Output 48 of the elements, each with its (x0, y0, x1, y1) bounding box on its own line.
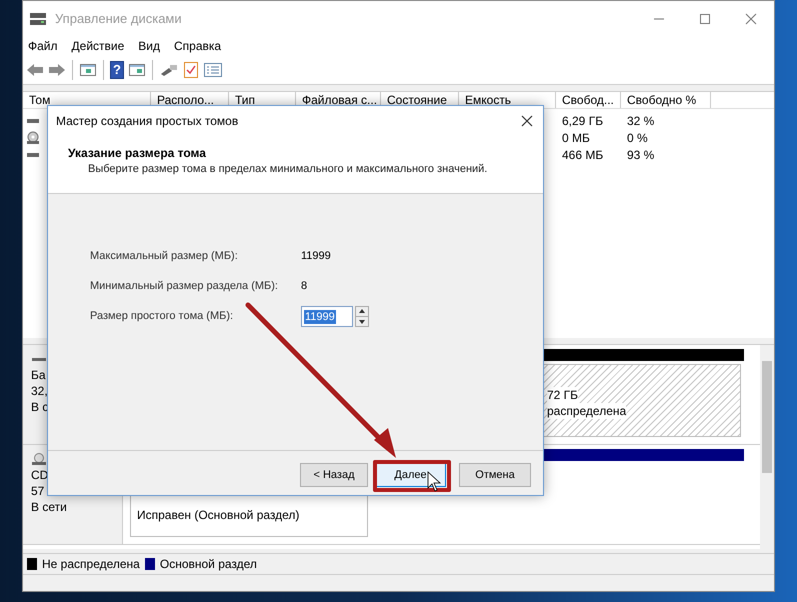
field-label: Минимальный размер раздела (МБ): (90, 279, 279, 294)
legend-label: Основной раздел (160, 556, 257, 573)
cd-drive-icon[interactable] (26, 130, 40, 144)
free-space-cell-text: 466 МБ (561, 146, 604, 164)
column-header[interactable]: Свобод... (556, 92, 621, 108)
partition-text: распределена (547, 403, 626, 419)
disk-management-icon[interactable] (29, 11, 47, 27)
step-description: Выберите размер тома в пределах минимального и максимального значений. (87, 162, 488, 176)
free-space-cell-text: 6,29 ГБ (561, 112, 604, 130)
menu-item[interactable]: Справка (174, 37, 222, 55)
cd-drive-icon[interactable] (31, 453, 47, 467)
dialog-button[interactable]: < Назад (300, 463, 368, 487)
properties-icon[interactable] (203, 62, 223, 78)
free-percent-cell-text: 0 % (626, 130, 648, 146)
cursor-icon (428, 471, 442, 492)
free-space-cell-text: 0 МБ (561, 130, 591, 146)
disk-label: Ба (31, 367, 47, 383)
menu-item[interactable]: Действие (72, 37, 124, 55)
help-icon[interactable]: ? (110, 60, 124, 78)
column-header[interactable]: Свободно % (621, 92, 711, 108)
step-heading: Указание размера тома (68, 145, 207, 162)
menu-item[interactable]: Файл (28, 37, 58, 55)
free-percent-cell-text: 93 % (626, 146, 654, 164)
spin-buttons[interactable] (355, 306, 369, 327)
scrollbar[interactable] (760, 345, 774, 549)
close-button[interactable] (519, 113, 535, 129)
panel-icon[interactable] (128, 62, 146, 78)
legend-label: Не распределена (42, 556, 140, 573)
disk-label: 32, (31, 383, 49, 399)
dialog-title: Мастер создания простых томов (56, 113, 238, 130)
disk-label: CD (31, 467, 50, 483)
forward-arrow-icon[interactable] (48, 62, 66, 78)
size-input[interactable]: 11999 (301, 306, 353, 327)
disk-label: 57 (31, 483, 46, 499)
free-percent-cell-text: 32 % (626, 112, 654, 130)
dialog-button[interactable]: Отмена (459, 463, 531, 487)
field-value: 8 (301, 279, 308, 294)
field-label: Размер простого тома (МБ): (90, 309, 234, 324)
window-title: Управление дисками (55, 10, 182, 28)
partition-text: 72 ГБ (547, 387, 578, 403)
field-label: Максимальный размер (МБ): (90, 249, 239, 264)
back-arrow-icon[interactable] (26, 62, 44, 78)
checklist-icon[interactable] (183, 60, 199, 78)
field-value: 11999 (301, 249, 331, 264)
menu-item[interactable]: Вид (138, 37, 160, 55)
disk-label: В сети (31, 499, 68, 515)
panel-icon[interactable] (79, 62, 97, 78)
partition-text: Исправен (Основной раздел) (137, 507, 300, 523)
